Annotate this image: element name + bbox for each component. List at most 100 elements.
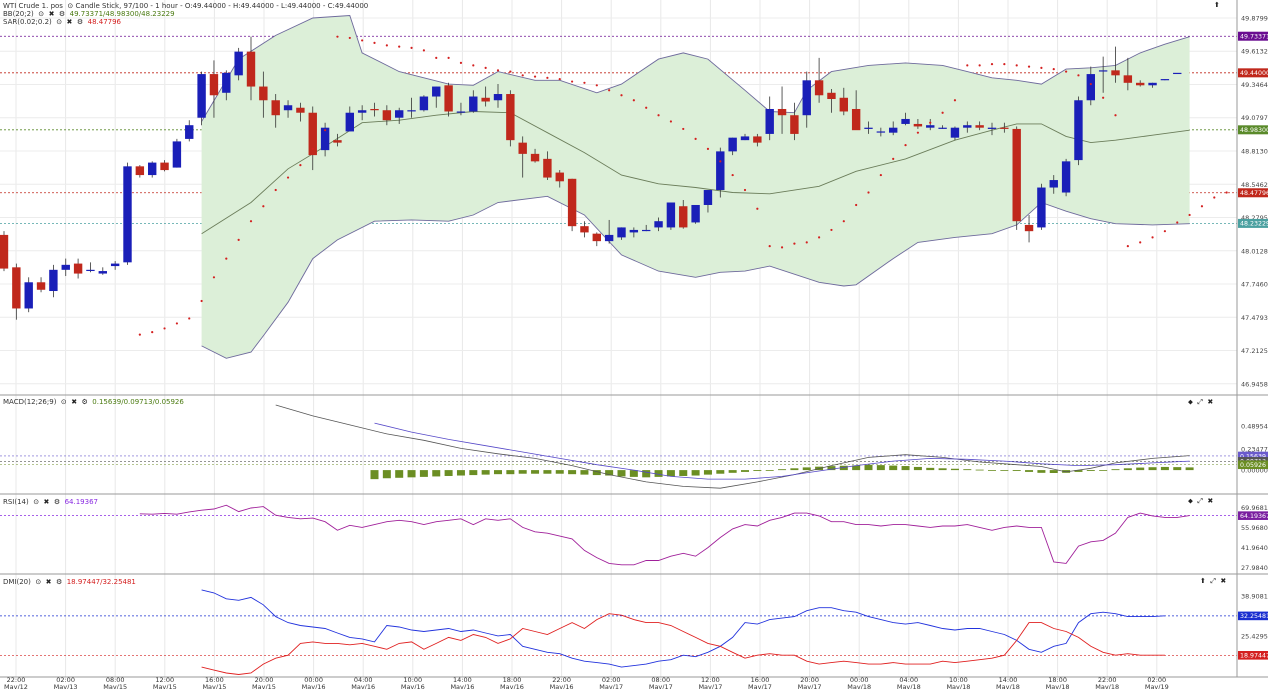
- price-badge-text: 49.73371: [1240, 34, 1268, 41]
- rsi-value: 64.19367: [64, 498, 98, 506]
- candle-up: [1098, 70, 1108, 72]
- macd-histogram-bar: [802, 467, 811, 471]
- candle-down: [481, 97, 490, 102]
- macd-histogram-bar: [419, 470, 428, 477]
- sar-dot: [410, 46, 413, 49]
- sar-dot: [472, 64, 475, 67]
- move-icon[interactable]: ⬥: [1188, 497, 1193, 505]
- gear-icon[interactable]: ⚙: [82, 398, 88, 406]
- eye-icon[interactable]: ⊙: [67, 2, 73, 10]
- candle-up: [98, 271, 107, 274]
- sar-dot: [163, 327, 166, 330]
- sar-dot: [361, 39, 364, 42]
- candle-up: [197, 74, 206, 118]
- sar-dot: [719, 160, 722, 163]
- close-icon[interactable]: ✖: [67, 18, 73, 26]
- maximize-icon[interactable]: ⤢: [1197, 497, 1203, 505]
- macd-histogram-bar: [950, 468, 959, 471]
- candle-down: [296, 107, 305, 113]
- price-tick-label: 49.87997: [1241, 14, 1268, 22]
- candle-up: [407, 110, 416, 112]
- sar-dot: [336, 35, 339, 38]
- sar-dot: [533, 75, 537, 78]
- x-tick-date: May/17: [649, 683, 673, 689]
- dmi-plot: [201, 589, 1165, 675]
- x-tick-date: May/17: [698, 683, 722, 689]
- sar-dot: [743, 188, 747, 192]
- macd-histogram-bar: [913, 466, 922, 471]
- macd-histogram-bar: [370, 470, 379, 480]
- sar-dot: [200, 299, 203, 303]
- candle-up: [617, 227, 626, 238]
- rsi-tick-label: 69.96811: [1241, 504, 1268, 512]
- x-tick-date: May/18: [996, 683, 1020, 689]
- price-tick-label: 46.94585: [1241, 380, 1268, 388]
- eye-icon[interactable]: ⊙: [56, 18, 62, 26]
- candle-up: [864, 127, 873, 129]
- macd-histogram-bar: [1111, 469, 1120, 471]
- sar-dot: [904, 144, 907, 147]
- candle-down: [567, 178, 577, 227]
- close-icon[interactable]: ✖: [71, 398, 77, 406]
- macd-histogram-bar: [1025, 470, 1034, 472]
- eye-icon[interactable]: ⊙: [33, 498, 39, 506]
- maximize-icon[interactable]: ⤢: [1197, 398, 1203, 406]
- macd-histogram-bar: [1086, 470, 1095, 472]
- x-tick-date: May/18: [1095, 683, 1119, 689]
- gear-icon[interactable]: ⚙: [56, 578, 62, 586]
- sar-dot: [385, 44, 388, 47]
- x-tick-date: May/15: [153, 683, 177, 689]
- gear-icon[interactable]: ⚙: [59, 10, 65, 18]
- dmi-tick-label: 25.42958: [1241, 633, 1268, 641]
- candle-down: [333, 140, 342, 143]
- maximize-icon[interactable]: ⬆: [1214, 1, 1220, 9]
- candle-up: [901, 118, 910, 124]
- eye-icon[interactable]: ⊙: [35, 578, 41, 586]
- sar-dot: [447, 56, 450, 59]
- x-tick-date: May/17: [748, 683, 772, 689]
- gear-icon[interactable]: ⚙: [77, 18, 83, 26]
- move-up-icon[interactable]: ⬥: [1188, 398, 1193, 406]
- maximize-icon[interactable]: ⤢: [1210, 577, 1216, 585]
- candle-up: [740, 136, 750, 141]
- close-panel-icon[interactable]: ✖: [1207, 398, 1213, 406]
- x-tick-date: May/19: [1145, 683, 1169, 689]
- close-icon[interactable]: ✖: [44, 498, 50, 506]
- macd-histogram-bar: [555, 470, 564, 474]
- macd-tick-label: 0.48954: [1241, 422, 1268, 430]
- sar-dot: [756, 207, 759, 210]
- close-icon[interactable]: ✖: [46, 578, 52, 586]
- macd-histogram-bar: [395, 470, 404, 478]
- sar-dot: [1077, 74, 1080, 77]
- sar-dot: [546, 76, 549, 79]
- macd-histogram-bar: [1123, 468, 1132, 471]
- gear-icon[interactable]: ⚙: [54, 498, 60, 506]
- close-panel-icon[interactable]: ✖: [1207, 497, 1213, 505]
- sar-dot: [324, 129, 327, 132]
- dmi-panel-controls: ⬆ ⤢ ✖: [1200, 577, 1226, 586]
- macd-histogram-bar: [568, 470, 577, 475]
- chart-canvas: 46.94585 47.21259 47.47933 47.74606 48.01280…: [0, 0, 1268, 689]
- sar-dot: [892, 157, 895, 160]
- close-panel-icon[interactable]: ✖: [1220, 577, 1226, 585]
- macd-histogram-bar: [889, 465, 898, 471]
- candle-down: [1024, 224, 1034, 232]
- macd-histogram-bar: [580, 470, 589, 475]
- sar-dot: [138, 333, 141, 336]
- x-tick-date: May/16: [500, 683, 524, 689]
- sar-dot: [459, 61, 463, 64]
- bb-values: 49.73371/48.98300/48.23229: [69, 10, 175, 18]
- macd-panel-controls: ⬥ ⤢ ✖: [1188, 398, 1213, 407]
- candle-up: [938, 127, 947, 129]
- candle-down: [1123, 75, 1133, 83]
- eye-icon[interactable]: ⊙: [61, 398, 67, 406]
- sar-dot: [632, 99, 635, 102]
- eye-icon[interactable]: ⊙: [38, 10, 44, 18]
- macd-histogram-bar: [629, 470, 638, 477]
- dmi-badge-text: 32.25481: [1240, 613, 1268, 620]
- sar-dot: [1151, 236, 1154, 239]
- sar-dot: [299, 163, 302, 167]
- close-icon[interactable]: ✖: [49, 10, 55, 18]
- candle-down: [518, 142, 527, 154]
- move-up-icon[interactable]: ⬆: [1200, 577, 1206, 585]
